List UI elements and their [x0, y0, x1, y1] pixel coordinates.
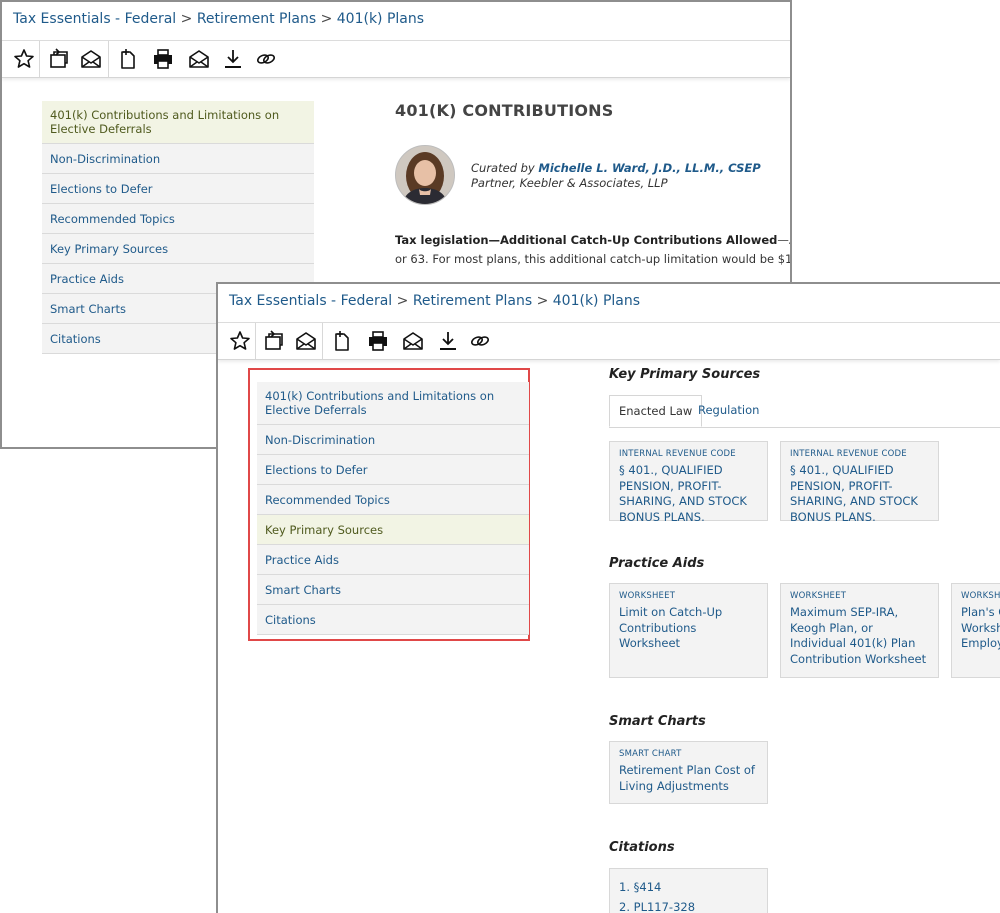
curated-prefix: Curated by: [471, 161, 535, 175]
star-icon[interactable]: [228, 329, 252, 353]
toolbar: [218, 323, 1000, 360]
card-label: WORKSHEET: [619, 591, 676, 601]
card-title[interactable]: Retirement Plan Cost of Living Adjustmen…: [619, 763, 758, 794]
copy-icon[interactable]: [262, 329, 286, 353]
practice-aid-card[interactable]: WORKSHE Plan's C Workshe Employ: [951, 583, 1000, 678]
breadcrumb-401k-plans[interactable]: 401(k) Plans: [337, 11, 424, 27]
practice-aids-heading: Practice Aids: [609, 556, 705, 571]
breadcrumb-root[interactable]: Tax Essentials - Federal: [13, 11, 176, 27]
source-card[interactable]: INTERNAL REVENUE CODE § 401., QUALIFIED …: [609, 441, 768, 524]
link-icon[interactable]: [254, 47, 278, 71]
author-role: Partner, Keebler & Associates, LLP: [471, 176, 668, 190]
citations-heading: Citations: [609, 840, 675, 855]
nav-item-citations[interactable]: Citations: [257, 605, 529, 635]
citation-item[interactable]: 2. PL117-328: [619, 897, 758, 913]
mail-icon[interactable]: [401, 329, 425, 353]
star-icon[interactable]: [12, 47, 36, 71]
nav-item-recommended-topics[interactable]: Recommended Topics: [257, 485, 529, 515]
breadcrumb-separator: >: [180, 11, 193, 27]
card-label: WORKSHE: [961, 591, 1000, 601]
curator-info: Curated by Michelle L. Ward, J.D., LL.M.…: [471, 161, 761, 191]
card-label: INTERNAL REVENUE CODE: [790, 449, 907, 459]
nav-item-key-primary-sources[interactable]: Key Primary Sources: [42, 234, 314, 264]
breadcrumb: Tax Essentials - Federal > Retirement Pl…: [229, 293, 640, 309]
card-label: SMART CHART: [619, 749, 682, 759]
breadcrumb-separator: >: [536, 293, 549, 309]
card-label: INTERNAL REVENUE CODE: [619, 449, 736, 459]
author-avatar: [395, 145, 455, 205]
nav-item-practice-aids[interactable]: Practice Aids: [257, 545, 529, 575]
smart-charts-heading: Smart Charts: [609, 714, 706, 729]
print-icon[interactable]: [151, 47, 175, 71]
new-document-icon[interactable]: [330, 329, 354, 353]
toolbar-divider: [255, 323, 256, 359]
toolbar-divider: [322, 323, 323, 359]
toolbar: [2, 41, 790, 78]
nav-item-key-primary-sources[interactable]: Key Primary Sources: [257, 515, 529, 545]
page-title: 401(K) CONTRIBUTIONS: [395, 101, 614, 120]
download-icon[interactable]: [221, 47, 245, 71]
legislation-note: Tax legislation—Additional Catch-Up Cont…: [395, 231, 792, 269]
tab-regulation[interactable]: Regulation: [689, 395, 768, 427]
practice-aid-card[interactable]: WORKSHEET Limit on Catch-Up Contribution…: [609, 583, 768, 678]
legislation-source: —SECURE 2.0 Act. Ef: [777, 233, 790, 247]
nav-item-elections-to-defer[interactable]: Elections to Defer: [257, 455, 529, 485]
nav-item-elections-to-defer[interactable]: Elections to Defer: [42, 174, 314, 204]
breadcrumb-root[interactable]: Tax Essentials - Federal: [229, 293, 392, 309]
smart-chart-card[interactable]: SMART CHART Retirement Plan Cost of Livi…: [609, 741, 768, 804]
legislation-heading: Tax legislation—Additional Catch-Up Cont…: [395, 233, 778, 247]
card-title[interactable]: § 401., QUALIFIED PENSION, PROFIT-SHARIN…: [619, 463, 758, 525]
nav-item-recommended-topics[interactable]: Recommended Topics: [42, 204, 314, 234]
breadcrumb-retirement-plans[interactable]: Retirement Plans: [197, 11, 316, 27]
legislation-text: or 63. For most plans, this additional c…: [395, 252, 792, 266]
email-icon[interactable]: [79, 47, 103, 71]
nav-item-401k-contributions[interactable]: 401(k) Contributions and Limitations on …: [257, 382, 529, 425]
link-icon[interactable]: [468, 329, 492, 353]
card-title[interactable]: Plan's C Workshe Employ: [961, 605, 1000, 652]
toolbar-divider: [39, 41, 40, 77]
mail-icon[interactable]: [187, 47, 211, 71]
new-document-icon[interactable]: [116, 47, 140, 71]
print-icon[interactable]: [366, 329, 390, 353]
download-icon[interactable]: [436, 329, 460, 353]
breadcrumb: Tax Essentials - Federal > Retirement Pl…: [13, 11, 424, 27]
topic-nav: 401(k) Contributions and Limitations on …: [257, 382, 529, 635]
nav-item-401k-contributions[interactable]: 401(k) Contributions and Limitations on …: [42, 101, 314, 144]
nav-item-non-discrimination[interactable]: Non-Discrimination: [42, 144, 314, 174]
breadcrumb-retirement-plans[interactable]: Retirement Plans: [413, 293, 532, 309]
nav-item-smart-charts[interactable]: Smart Charts: [257, 575, 529, 605]
copy-icon[interactable]: [47, 47, 71, 71]
author-name-link[interactable]: Michelle L. Ward, J.D., LL.M., CSEP: [538, 161, 760, 175]
email-icon[interactable]: [294, 329, 318, 353]
source-tabs: Enacted Law Regulation: [609, 395, 1000, 428]
nav-item-non-discrimination[interactable]: Non-Discrimination: [257, 425, 529, 455]
citations-card: 1. §414 2. PL117-328: [609, 868, 768, 913]
card-title[interactable]: Maximum SEP-IRA, Keogh Plan, or Individu…: [790, 605, 929, 667]
card-label: WORKSHEET: [790, 591, 847, 601]
card-title[interactable]: Limit on Catch-Up Contributions Workshee…: [619, 605, 758, 652]
citation-item[interactable]: 1. §414: [619, 877, 758, 897]
card-title[interactable]: § 401., QUALIFIED PENSION, PROFIT-SHARIN…: [790, 463, 929, 525]
key-primary-sources-heading: Key Primary Sources: [609, 367, 761, 382]
practice-aid-card[interactable]: WORKSHEET Maximum SEP-IRA, Keogh Plan, o…: [780, 583, 939, 678]
breadcrumb-separator: >: [396, 293, 409, 309]
toolbar-divider: [108, 41, 109, 77]
breadcrumb-401k-plans[interactable]: 401(k) Plans: [553, 293, 640, 309]
breadcrumb-separator: >: [320, 11, 333, 27]
source-card[interactable]: INTERNAL REVENUE CODE § 401., QUALIFIED …: [780, 441, 939, 524]
front-window: Tax Essentials - Federal > Retirement Pl…: [216, 282, 1000, 913]
